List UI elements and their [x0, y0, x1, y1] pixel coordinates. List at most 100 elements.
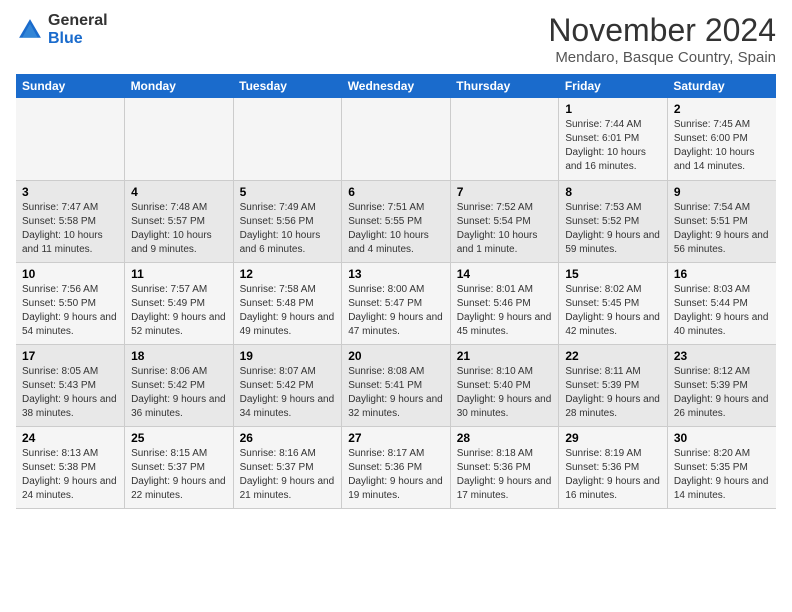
weekday-header-tuesday: Tuesday [233, 74, 342, 98]
day-number: 16 [674, 267, 770, 281]
day-cell-19: 19 Sunrise: 8:07 AM Sunset: 5:42 PM Dayli… [233, 344, 342, 426]
day-info: Sunrise: 7:51 AM Sunset: 5:55 PM Dayligh… [348, 201, 444, 257]
day-cell-11: 11 Sunrise: 7:57 AM Sunset: 5:49 PM Dayli… [125, 262, 234, 344]
weekday-header-saturday: Saturday [667, 74, 776, 98]
day-cell-8: 8 Sunrise: 7:53 AM Sunset: 5:52 PM Daylig… [559, 180, 668, 262]
day-info: Sunrise: 7:53 AM Sunset: 5:52 PM Dayligh… [565, 201, 661, 257]
day-info: Sunrise: 8:16 AM Sunset: 5:37 PM Dayligh… [240, 447, 336, 503]
day-cell-5: 5 Sunrise: 7:49 AM Sunset: 5:56 PM Daylig… [233, 180, 342, 262]
day-cell-1: 1Sunrise: 7:44 AM Sunset: 6:01 PM Daylig… [559, 98, 668, 180]
title-section: November 2024 Mendaro, Basque Country, S… [548, 12, 776, 66]
day-cell-17: 17 Sunrise: 8:05 AM Sunset: 5:43 PM Dayli… [16, 344, 125, 426]
month-title: November 2024 [548, 12, 776, 49]
day-cell-12: 12Sunrise: 7:58 AM Sunset: 5:48 PM Dayli… [233, 262, 342, 344]
day-cell-4: 4Sunrise: 7:48 AM Sunset: 5:57 PM Daylig… [125, 180, 234, 262]
day-info: Sunrise: 8:07 AM Sunset: 5:42 PM Dayligh… [240, 365, 336, 421]
weekday-header-thursday: Thursday [450, 74, 559, 98]
calendar-table: SundayMondayTuesdayWednesdayThursdayFrid… [16, 74, 776, 509]
empty-cell [233, 98, 342, 180]
day-number: 3 [22, 185, 118, 199]
day-cell-28: 28 Sunrise: 8:18 AM Sunset: 5:36 PM Dayli… [450, 426, 559, 508]
day-number: 30 [674, 431, 770, 445]
day-cell-15: 15Sunrise: 8:02 AM Sunset: 5:45 PM Dayli… [559, 262, 668, 344]
empty-cell [125, 98, 234, 180]
day-cell-24: 24Sunrise: 8:13 AM Sunset: 5:38 PM Dayli… [16, 426, 125, 508]
day-number: 17 [22, 349, 118, 363]
day-number: 7 [457, 185, 553, 199]
day-cell-22: 22 Sunrise: 8:11 AM Sunset: 5:39 PM Dayli… [559, 344, 668, 426]
day-info: Sunrise: 8:18 AM Sunset: 5:36 PM Dayligh… [457, 447, 553, 503]
day-number: 9 [674, 185, 770, 199]
day-info: Sunrise: 8:15 AM Sunset: 5:37 PM Dayligh… [131, 447, 227, 503]
day-info: Sunrise: 8:02 AM Sunset: 5:45 PM Dayligh… [565, 283, 661, 339]
day-info: Sunrise: 8:06 AM Sunset: 5:42 PM Dayligh… [131, 365, 227, 421]
day-cell-13: 13 Sunrise: 8:00 AM Sunset: 5:47 PM Dayli… [342, 262, 451, 344]
day-info: Sunrise: 8:05 AM Sunset: 5:43 PM Dayligh… [22, 365, 118, 421]
day-cell-29: 29 Sunrise: 8:19 AM Sunset: 5:36 PM Dayli… [559, 426, 668, 508]
location: Mendaro, Basque Country, Spain [548, 49, 776, 66]
day-info: Sunrise: 8:10 AM Sunset: 5:40 PM Dayligh… [457, 365, 553, 421]
weekday-header-row: SundayMondayTuesdayWednesdayThursdayFrid… [16, 74, 776, 98]
day-cell-26: 26 Sunrise: 8:16 AM Sunset: 5:37 PM Dayli… [233, 426, 342, 508]
day-number: 29 [565, 431, 661, 445]
day-number: 22 [565, 349, 661, 363]
day-info: Sunrise: 7:58 AM Sunset: 5:48 PM Dayligh… [240, 283, 336, 339]
empty-cell [450, 98, 559, 180]
logo-text-blue: Blue [48, 30, 108, 48]
day-info: Sunrise: 8:20 AM Sunset: 5:35 PM Dayligh… [674, 447, 770, 503]
day-cell-25: 25 Sunrise: 8:15 AM Sunset: 5:37 PM Dayli… [125, 426, 234, 508]
day-number: 4 [131, 185, 227, 199]
day-cell-21: 21 Sunrise: 8:10 AM Sunset: 5:40 PM Dayli… [450, 344, 559, 426]
day-info: Sunrise: 8:03 AM Sunset: 5:44 PM Dayligh… [674, 283, 770, 339]
day-number: 19 [240, 349, 336, 363]
day-cell-23: 23 Sunrise: 8:12 AM Sunset: 5:39 PM Dayli… [667, 344, 776, 426]
day-cell-2: 2Sunrise: 7:45 AM Sunset: 6:00 PM Daylig… [667, 98, 776, 180]
day-info: Sunrise: 7:54 AM Sunset: 5:51 PM Dayligh… [674, 201, 770, 257]
weekday-header-wednesday: Wednesday [342, 74, 451, 98]
weekday-header-sunday: Sunday [16, 74, 125, 98]
day-info: Sunrise: 7:56 AM Sunset: 5:50 PM Dayligh… [22, 283, 118, 339]
day-info: Sunrise: 8:17 AM Sunset: 5:36 PM Dayligh… [348, 447, 444, 503]
logo-icon [16, 16, 44, 44]
day-info: Sunrise: 8:11 AM Sunset: 5:39 PM Dayligh… [565, 365, 661, 421]
day-number: 5 [240, 185, 336, 199]
week-row-5: 24Sunrise: 8:13 AM Sunset: 5:38 PM Dayli… [16, 426, 776, 508]
day-cell-3: 3 Sunrise: 7:47 AM Sunset: 5:58 PM Daylig… [16, 180, 125, 262]
day-number: 8 [565, 185, 661, 199]
day-info: Sunrise: 8:00 AM Sunset: 5:47 PM Dayligh… [348, 283, 444, 339]
day-cell-20: 20Sunrise: 8:08 AM Sunset: 5:41 PM Dayli… [342, 344, 451, 426]
week-row-4: 17 Sunrise: 8:05 AM Sunset: 5:43 PM Dayli… [16, 344, 776, 426]
empty-cell [16, 98, 125, 180]
day-number: 20 [348, 349, 444, 363]
day-cell-10: 10 Sunrise: 7:56 AM Sunset: 5:50 PM Dayli… [16, 262, 125, 344]
day-number: 27 [348, 431, 444, 445]
day-number: 25 [131, 431, 227, 445]
day-number: 23 [674, 349, 770, 363]
week-row-2: 3 Sunrise: 7:47 AM Sunset: 5:58 PM Daylig… [16, 180, 776, 262]
day-info: Sunrise: 7:57 AM Sunset: 5:49 PM Dayligh… [131, 283, 227, 339]
day-number: 11 [131, 267, 227, 281]
day-info: Sunrise: 8:12 AM Sunset: 5:39 PM Dayligh… [674, 365, 770, 421]
day-number: 26 [240, 431, 336, 445]
day-number: 21 [457, 349, 553, 363]
day-number: 28 [457, 431, 553, 445]
empty-cell [342, 98, 451, 180]
weekday-header-monday: Monday [125, 74, 234, 98]
day-number: 13 [348, 267, 444, 281]
week-row-3: 10 Sunrise: 7:56 AM Sunset: 5:50 PM Dayli… [16, 262, 776, 344]
week-row-1: 1Sunrise: 7:44 AM Sunset: 6:01 PM Daylig… [16, 98, 776, 180]
day-cell-9: 9 Sunrise: 7:54 AM Sunset: 5:51 PM Daylig… [667, 180, 776, 262]
day-number: 10 [22, 267, 118, 281]
day-info: Sunrise: 8:01 AM Sunset: 5:46 PM Dayligh… [457, 283, 553, 339]
day-number: 6 [348, 185, 444, 199]
day-number: 14 [457, 267, 553, 281]
day-number: 18 [131, 349, 227, 363]
day-info: Sunrise: 7:49 AM Sunset: 5:56 PM Dayligh… [240, 201, 336, 257]
weekday-header-friday: Friday [559, 74, 668, 98]
day-info: Sunrise: 7:52 AM Sunset: 5:54 PM Dayligh… [457, 201, 553, 257]
day-info: Sunrise: 8:19 AM Sunset: 5:36 PM Dayligh… [565, 447, 661, 503]
day-cell-14: 14 Sunrise: 8:01 AM Sunset: 5:46 PM Dayli… [450, 262, 559, 344]
day-number: 1 [565, 102, 661, 116]
day-number: 24 [22, 431, 118, 445]
day-info: Sunrise: 7:47 AM Sunset: 5:58 PM Dayligh… [22, 201, 118, 257]
